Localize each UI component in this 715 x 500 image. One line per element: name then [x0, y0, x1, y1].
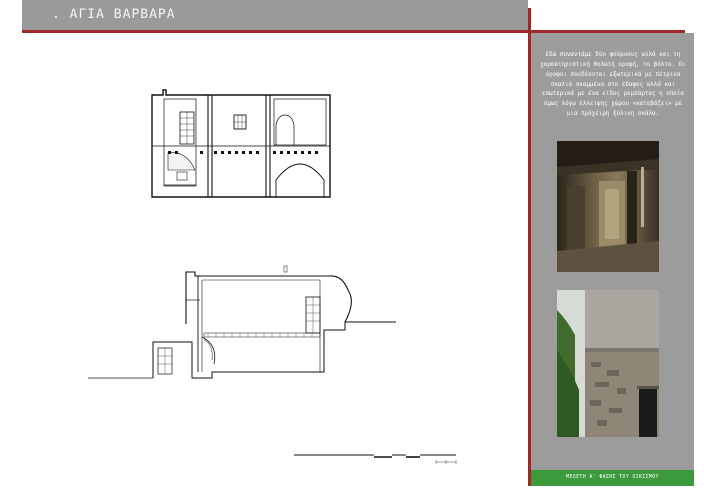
architectural-drawings	[88, 89, 457, 464]
drawing-sheet: . ΑΓΙΑ ΒΑΡΒΑΡΑ Εδώ συναντάμε δύο φούρνου…	[0, 0, 715, 500]
graphic-scale	[294, 454, 457, 464]
section-elevation-top	[151, 89, 331, 198]
section-longitudinal	[88, 265, 396, 379]
